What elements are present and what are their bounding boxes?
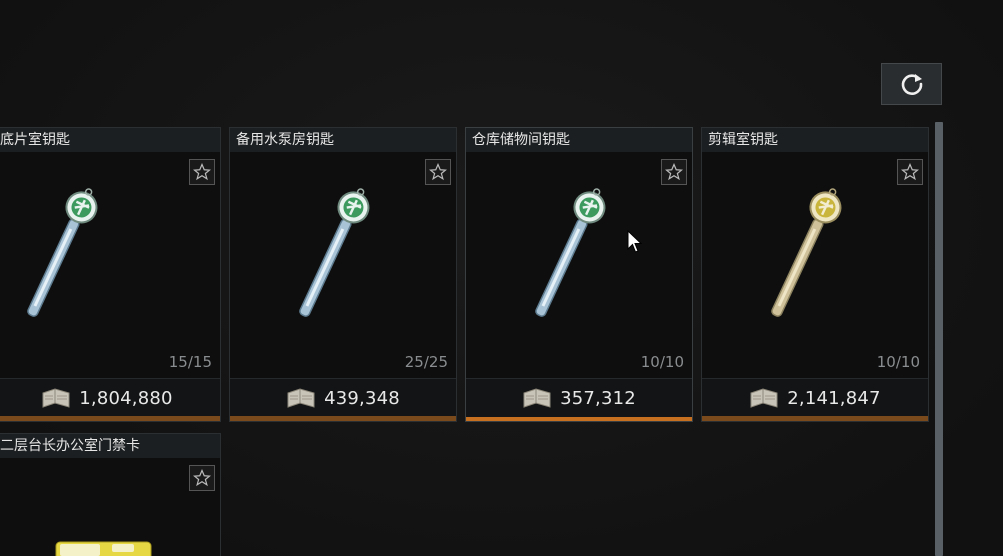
key-image <box>0 152 220 378</box>
item-card[interactable]: 剪辑室钥匙 10/10 2,141,847 <box>701 127 929 422</box>
currency-icon <box>287 388 315 408</box>
currency-icon <box>523 388 551 408</box>
item-name: 仓库储物间钥匙 <box>466 128 692 152</box>
refresh-icon <box>901 74 922 95</box>
rarity-bar <box>0 416 220 421</box>
key-image <box>702 152 928 378</box>
item-name: 底片室钥匙 <box>0 128 220 152</box>
item-card[interactable]: 底片室钥匙 15/15 1,804,880 <box>0 127 221 422</box>
price-value: 357,312 <box>560 387 636 409</box>
rarity-bar <box>230 416 456 421</box>
price-value: 439,348 <box>324 387 400 409</box>
currency-icon <box>750 388 778 408</box>
rarity-bar <box>702 416 928 421</box>
currency-icon <box>42 388 70 408</box>
stock-count: 25/25 <box>404 353 448 371</box>
mouse-cursor-icon <box>627 230 643 253</box>
shop-screen: 底片室钥匙 15/15 1,804,880 备用水泵房钥匙 25/25 439,… <box>0 0 1003 556</box>
price-value: 1,804,880 <box>79 387 173 409</box>
key-image <box>230 152 456 378</box>
price-bar: 1,804,880 <box>0 378 220 417</box>
price-bar: 357,312 <box>466 378 692 418</box>
access-card-image <box>0 458 220 556</box>
scrollbar-thumb[interactable] <box>935 122 943 556</box>
price-bar: 439,348 <box>230 378 456 417</box>
item-name: 剪辑室钥匙 <box>702 128 928 152</box>
refresh-button[interactable] <box>881 63 942 105</box>
item-name: 备用水泵房钥匙 <box>230 128 456 152</box>
item-card[interactable]: 备用水泵房钥匙 25/25 439,348 <box>229 127 457 422</box>
price-bar: 2,141,847 <box>702 378 928 417</box>
key-image <box>466 152 692 378</box>
item-name: 二层台长办公室门禁卡 <box>0 434 220 458</box>
rarity-bar <box>466 418 692 421</box>
item-card[interactable]: 二层台长办公室门禁卡 <box>0 433 221 556</box>
stock-count: 10/10 <box>876 353 920 371</box>
stock-count: 15/15 <box>168 353 212 371</box>
price-value: 2,141,847 <box>787 387 881 409</box>
stock-count: 10/10 <box>640 353 684 371</box>
item-card-selected[interactable]: 仓库储物间钥匙 10/10 357,312 <box>465 127 693 422</box>
